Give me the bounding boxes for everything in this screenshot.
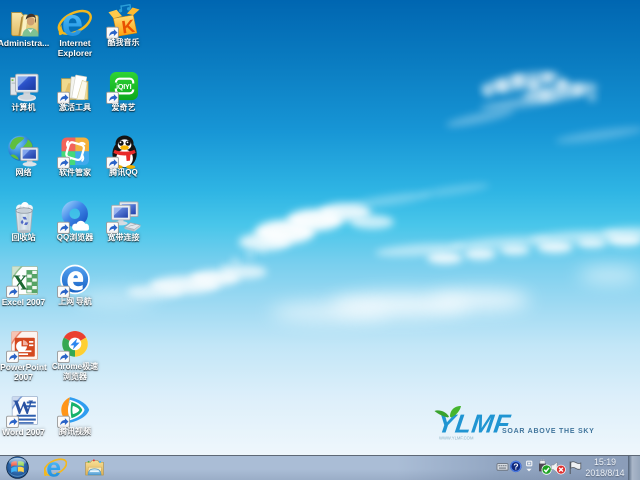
svg-text:K: K: [120, 16, 136, 38]
svg-text:e: e: [62, 3, 83, 39]
svg-text:iQIYI: iQIYI: [116, 82, 131, 91]
svg-text:?: ?: [513, 462, 518, 472]
svg-text:WWW.YLMF.COM: WWW.YLMF.COM: [439, 436, 474, 441]
svg-text:SOAR ABOVE THE SKY: SOAR ABOVE THE SKY: [502, 428, 595, 435]
svg-text:W: W: [12, 396, 32, 418]
